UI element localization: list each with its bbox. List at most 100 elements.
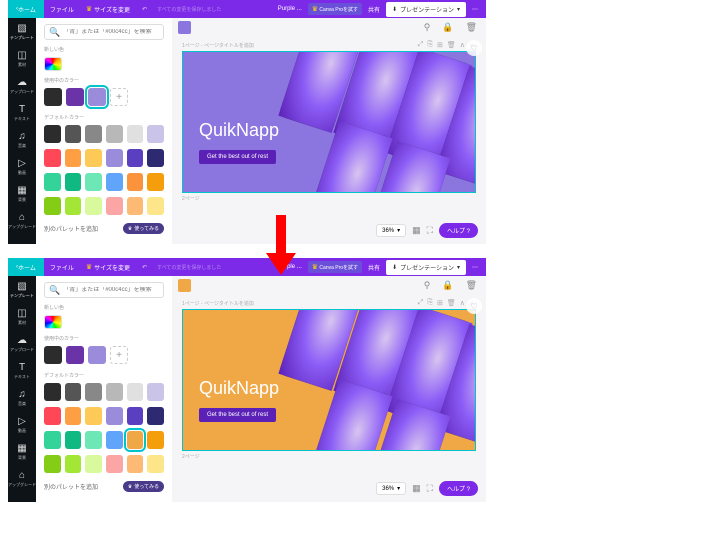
home-button[interactable]: ‹ ホーム: [8, 0, 44, 18]
present-button[interactable]: ⬇ プレゼンテーション ▾: [386, 2, 466, 17]
swatch[interactable]: [44, 455, 61, 473]
filter-icon[interactable]: ⚲: [421, 280, 434, 291]
swatch[interactable]: [147, 455, 164, 473]
rail-audio[interactable]: ♫音楽: [18, 388, 26, 409]
swatch[interactable]: [127, 197, 144, 215]
try-pro-button[interactable]: ♛ Canva Proを試す: [308, 3, 362, 15]
rail-upgrade[interactable]: ⌂アップグレード: [8, 469, 36, 490]
rail-elements[interactable]: ◫素材: [17, 307, 26, 328]
more-menu[interactable]: ⋯: [468, 6, 482, 13]
delete-page-icon[interactable]: 🗑: [447, 41, 456, 49]
swatch[interactable]: [85, 125, 102, 143]
rail-background[interactable]: ▦背景: [17, 184, 26, 205]
add-color-button[interactable]: +: [110, 88, 128, 106]
rail-text[interactable]: Tテキスト: [14, 103, 30, 124]
swatch[interactable]: [65, 455, 82, 473]
swatch[interactable]: [106, 407, 123, 425]
swatch[interactable]: [85, 149, 102, 167]
swatch[interactable]: [106, 455, 123, 473]
color-search[interactable]: 🔍: [44, 24, 164, 40]
design-canvas[interactable]: QuikNapp Get the best out of rest: [182, 51, 476, 193]
page-title-input[interactable]: 1ページ - ページタイトルを追加: [182, 40, 254, 51]
rail-uploads[interactable]: ☁アップロード: [10, 76, 34, 97]
swatch-selected[interactable]: [127, 431, 144, 449]
help-button[interactable]: ヘルプ ?: [439, 481, 478, 496]
rail-uploads[interactable]: ☁アップロード: [10, 334, 34, 355]
swatch[interactable]: [44, 407, 61, 425]
rail-templates[interactable]: ▧テンプレート: [10, 280, 34, 301]
used-swatch-selected[interactable]: [88, 88, 106, 106]
more-menu[interactable]: ⋯: [468, 264, 482, 271]
copy-page-icon[interactable]: ⎘: [427, 299, 433, 307]
swatch[interactable]: [44, 431, 61, 449]
present-button[interactable]: ⬇ プレゼンテーション ▾: [386, 260, 466, 275]
used-swatch[interactable]: [44, 88, 62, 106]
swatch[interactable]: [147, 407, 164, 425]
swatch[interactable]: [147, 173, 164, 191]
rail-upgrade[interactable]: ⌂アップグレード: [8, 211, 36, 232]
duplicate-page-icon[interactable]: ⊞: [437, 299, 443, 307]
rail-video[interactable]: ▷動画: [18, 157, 26, 178]
swatch[interactable]: [65, 383, 82, 401]
share-button[interactable]: 共有: [364, 5, 384, 14]
try-brand-button[interactable]: ♛ 使ってみる: [123, 223, 164, 234]
swatch[interactable]: [106, 431, 123, 449]
used-swatch[interactable]: [44, 346, 62, 364]
fill-color-chip[interactable]: [178, 279, 191, 292]
design-canvas[interactable]: QuikNapp Get the best out of rest: [182, 309, 476, 451]
fullscreen-icon[interactable]: ⛶: [427, 225, 433, 236]
delete-page-icon[interactable]: 🗑: [447, 299, 456, 307]
swatch[interactable]: [147, 125, 164, 143]
swatch[interactable]: [65, 125, 82, 143]
undo-button[interactable]: ↶: [136, 264, 153, 271]
swatch[interactable]: [147, 197, 164, 215]
resize-menu[interactable]: ♛サイズを変更: [80, 263, 136, 272]
like-button[interactable]: ♡: [466, 298, 482, 314]
swatch[interactable]: [85, 173, 102, 191]
fullscreen-icon[interactable]: ⛶: [427, 483, 433, 494]
swatch[interactable]: [44, 197, 61, 215]
swatch[interactable]: [65, 149, 82, 167]
page-up-icon[interactable]: ∧: [460, 41, 465, 49]
filter-icon[interactable]: ⚲: [421, 22, 434, 33]
swatch[interactable]: [147, 149, 164, 167]
swatch[interactable]: [127, 407, 144, 425]
resize-menu[interactable]: ♛サイズを変更: [80, 5, 136, 14]
trash-icon[interactable]: 🗑: [463, 280, 480, 291]
color-picker-button[interactable]: [44, 315, 62, 329]
share-button[interactable]: 共有: [364, 263, 384, 272]
swatch[interactable]: [65, 407, 82, 425]
swatch[interactable]: [85, 197, 102, 215]
rail-text[interactable]: Tテキスト: [14, 361, 30, 382]
rail-elements[interactable]: ◫素材: [17, 49, 26, 70]
swatch[interactable]: [127, 173, 144, 191]
copy-page-icon[interactable]: ⎘: [427, 41, 433, 49]
swatch[interactable]: [106, 383, 123, 401]
page-up-icon[interactable]: ∧: [460, 299, 465, 307]
swatch[interactable]: [65, 173, 82, 191]
swatch[interactable]: [106, 197, 123, 215]
lock-icon[interactable]: 🔒: [439, 280, 456, 291]
zoom-dropdown[interactable]: 36% ▾: [376, 482, 406, 495]
swatch[interactable]: [65, 431, 82, 449]
grid-view-icon[interactable]: ▦: [412, 483, 421, 494]
used-swatch[interactable]: [66, 88, 84, 106]
try-brand-button[interactable]: ♛ 使ってみる: [123, 481, 164, 492]
expand-icon[interactable]: ⤢: [418, 299, 424, 307]
swatch[interactable]: [85, 455, 102, 473]
search-input[interactable]: [63, 287, 159, 293]
swatch[interactable]: [44, 383, 61, 401]
try-pro-button[interactable]: ♛ Canva Proを試す: [308, 261, 362, 273]
trash-icon[interactable]: 🗑: [463, 22, 480, 33]
help-button[interactable]: ヘルプ ?: [439, 223, 478, 238]
file-menu[interactable]: ファイル: [44, 5, 80, 14]
file-menu[interactable]: ファイル: [44, 263, 80, 272]
zoom-dropdown[interactable]: 36% ▾: [376, 224, 406, 237]
swatch[interactable]: [65, 197, 82, 215]
color-picker-button[interactable]: [44, 57, 62, 71]
duplicate-page-icon[interactable]: ⊞: [437, 41, 443, 49]
swatch[interactable]: [85, 383, 102, 401]
grid-view-icon[interactable]: ▦: [412, 225, 421, 236]
document-name[interactable]: Purple ...: [274, 6, 306, 12]
search-input[interactable]: [63, 29, 159, 35]
